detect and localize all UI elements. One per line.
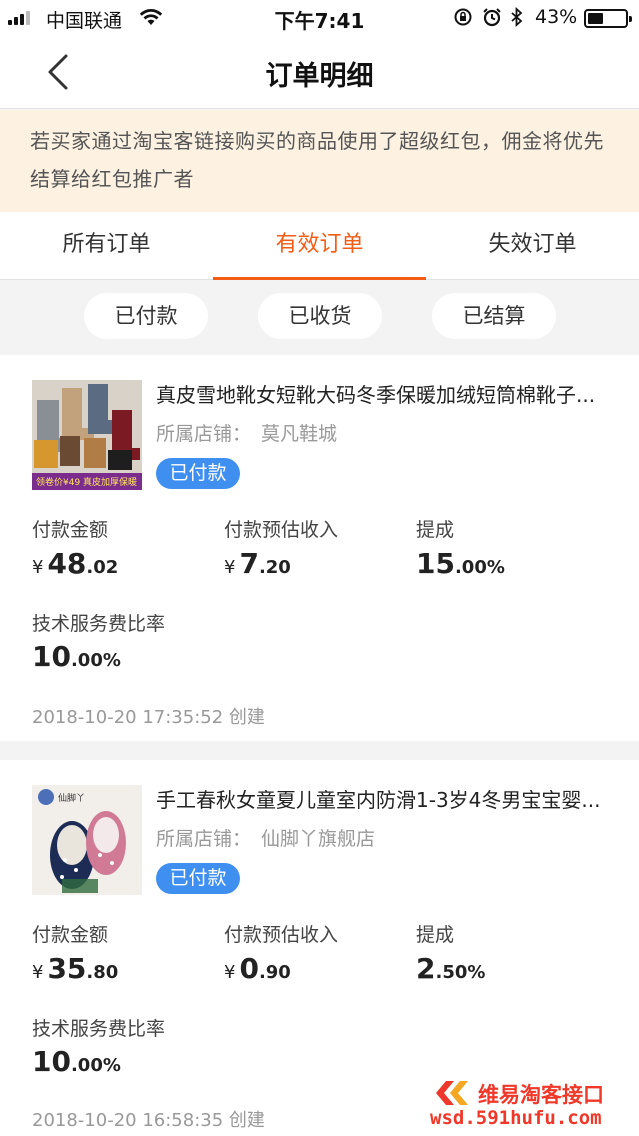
service-fee-label: 技术服务费比率 (32, 613, 166, 635)
shop-info: 所属店铺： 仙脚丫旗舰店 (156, 824, 375, 851)
watermark-url: wsd.591hufu.com (430, 1107, 602, 1129)
status-badge: 已付款 (156, 458, 240, 489)
product-title[interactable]: 手工春秋女童夏儿童室内防滑1-3岁4冬男宝宝婴... (156, 784, 611, 813)
battery-icon (584, 9, 632, 28)
estimated-income-label: 付款预估收入 (224, 519, 339, 541)
service-fee-value: 10.00% (32, 640, 121, 673)
created-time: 2018-10-20 17:35:52 创建 (32, 707, 265, 728)
screen-rotation-lock-icon (454, 8, 472, 26)
shop-label: 所属店铺： (156, 423, 252, 445)
estimated-income-value: ¥7.20 (224, 547, 291, 580)
tab-all-orders[interactable]: 所有订单 (0, 212, 213, 279)
estimated-income-label: 付款预估收入 (224, 924, 339, 946)
product-image[interactable]: 领卷价¥49 真皮加厚保暖 (32, 380, 142, 490)
filter-paid-chip[interactable]: 已付款 (84, 293, 208, 339)
bluetooth-icon (511, 7, 523, 27)
commission-label: 提成 (416, 924, 455, 946)
watermark: 维易淘客接口 wsd.591hufu.com (430, 1077, 630, 1133)
status-filters: 已付款 已收货 已结算 (0, 281, 639, 354)
kids-slippers-image: 仙脚丫 (32, 785, 142, 895)
battery-percent: 43% (535, 6, 578, 28)
payment-value: ¥48.02 (32, 547, 119, 580)
filter-received-chip[interactable]: 已收货 (258, 293, 382, 339)
commission-value: 15.00% (416, 547, 505, 580)
payment-label: 付款金额 (32, 519, 109, 541)
image-caption: 仙脚丫 (58, 792, 85, 804)
payment-value: ¥35.80 (32, 952, 119, 985)
created-time: 2018-10-20 16:58:35 创建 (32, 1110, 265, 1131)
shop-name: 仙脚丫旗舰店 (261, 828, 376, 850)
page-title: 订单明细 (265, 61, 374, 92)
product-image[interactable]: 仙脚丫 (32, 785, 142, 895)
snow-boots-image: 领卷价¥49 真皮加厚保暖 (32, 380, 142, 490)
status-badge: 已付款 (156, 863, 240, 894)
commission-value: 2.50% (416, 952, 486, 985)
alarm-icon (483, 8, 501, 27)
navigation-bar: 订单明细 (0, 34, 639, 109)
tab-valid-orders[interactable]: 有效订单 (213, 212, 426, 280)
estimated-income-value: ¥0.90 (224, 952, 291, 985)
notice-banner: 若买家通过淘宝客链接购买的商品使用了超级红包，佣金将优先结算给红包推广者 (0, 110, 639, 212)
image-caption: 领卷价¥49 真皮加厚保暖 (36, 476, 137, 488)
product-title[interactable]: 真皮雪地靴女短靴大码冬季保暖加绒短筒棉靴子... (156, 379, 611, 408)
shop-info: 所属店铺： 莫凡鞋城 (156, 419, 337, 446)
order-card[interactable]: 领卷价¥49 真皮加厚保暖 真皮雪地靴女短靴大码冬季保暖加绒短筒棉靴子... 所… (0, 355, 639, 741)
service-fee-value: 10.00% (32, 1045, 121, 1078)
order-tabs: 所有订单 有效订单 失效订单 (0, 212, 639, 280)
watermark-logo-icon (436, 1081, 468, 1105)
commission-label: 提成 (416, 519, 455, 541)
watermark-title: 维易淘客接口 (478, 1083, 604, 1107)
shop-name: 莫凡鞋城 (261, 423, 338, 445)
shop-label: 所属店铺： (156, 828, 252, 850)
payment-label: 付款金额 (32, 924, 109, 946)
tab-invalid-orders[interactable]: 失效订单 (426, 212, 639, 279)
status-bar: 中国联通 下午7:41 43% (0, 0, 639, 34)
service-fee-label: 技术服务费比率 (32, 1018, 166, 1040)
filter-settled-chip[interactable]: 已结算 (432, 293, 556, 339)
